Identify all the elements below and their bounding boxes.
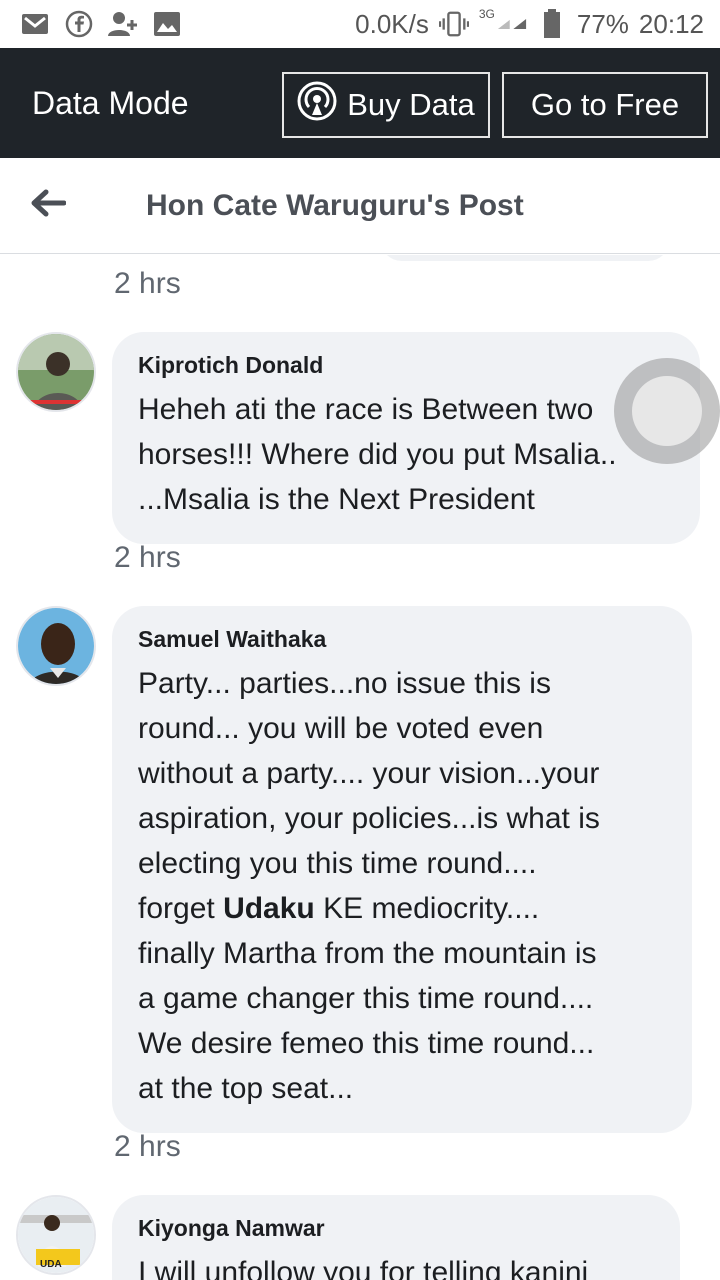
battery-percent: 77% <box>576 8 629 39</box>
commenter-name[interactable]: Kiprotich Donald <box>138 352 674 379</box>
comment-bubble[interactable]: Kiyonga Namwar I will unfollow you for t… <box>112 1195 680 1280</box>
touch-indicator <box>614 358 720 464</box>
comment-time[interactable]: 2 hrs <box>114 267 181 301</box>
network-type: 3G <box>478 7 495 21</box>
back-button[interactable] <box>0 158 96 254</box>
network-speed: 0.0K/s <box>355 8 429 39</box>
touch-indicator-inner <box>632 376 702 446</box>
comment-text-part: Party... parties...no issue this is roun… <box>138 667 600 925</box>
data-mode-title: Data Mode <box>32 84 189 121</box>
avatar[interactable] <box>16 332 96 412</box>
back-arrow-icon <box>30 189 67 222</box>
comment-time[interactable]: 2 hrs <box>114 541 181 575</box>
comment-bubble[interactable]: Samuel Waithaka Party... parties...no is… <box>112 606 692 1133</box>
avatar[interactable] <box>16 606 96 686</box>
comment-time[interactable]: 2 hrs <box>114 1130 181 1164</box>
page-title: Hon Cate Waruguru's Post <box>146 188 524 222</box>
commenter-name[interactable]: Samuel Waithaka <box>138 626 666 653</box>
gmail-icon <box>20 9 50 39</box>
vibrate-icon <box>438 9 469 39</box>
buy-data-button[interactable]: Buy Data <box>282 72 490 138</box>
comment-text: I will unfollow you for telling kanini <box>138 1256 589 1280</box>
comment-text: Heheh ati the race is Between two horses… <box>138 393 617 516</box>
broadcast-icon <box>297 81 337 129</box>
commenter-name[interactable]: Kiyonga Namwar <box>138 1215 654 1242</box>
go-to-free-button[interactable]: Go to Free <box>502 72 708 138</box>
gallery-icon <box>152 9 182 39</box>
go-to-free-label: Go to Free <box>530 87 680 122</box>
comment-text: Party... parties...no issue this is roun… <box>138 661 666 1111</box>
add-contact-icon <box>108 9 138 39</box>
avatar-badge-text: UDA <box>40 1259 62 1270</box>
comments-feed[interactable]: 2 hrs Kiprotich Donald Heheh ati the rac… <box>0 255 720 1280</box>
previous-comment-bubble <box>380 255 670 261</box>
comment-bubble[interactable]: Kiprotich Donald Heheh ati the race is B… <box>112 332 700 544</box>
status-bar: 0.0K/s 3G 77% 20:12 <box>0 0 720 48</box>
post-header: Hon Cate Waruguru's Post <box>0 158 720 254</box>
clock: 20:12 <box>638 8 704 39</box>
tagged-page-link[interactable]: Udaku <box>223 892 315 925</box>
facebook-icon <box>64 9 94 39</box>
data-mode-bar: Data Mode Buy Data Go to Free <box>0 48 720 158</box>
battery-icon <box>537 9 567 39</box>
buy-data-label: Buy Data <box>347 87 475 122</box>
signal-icon <box>497 9 527 39</box>
